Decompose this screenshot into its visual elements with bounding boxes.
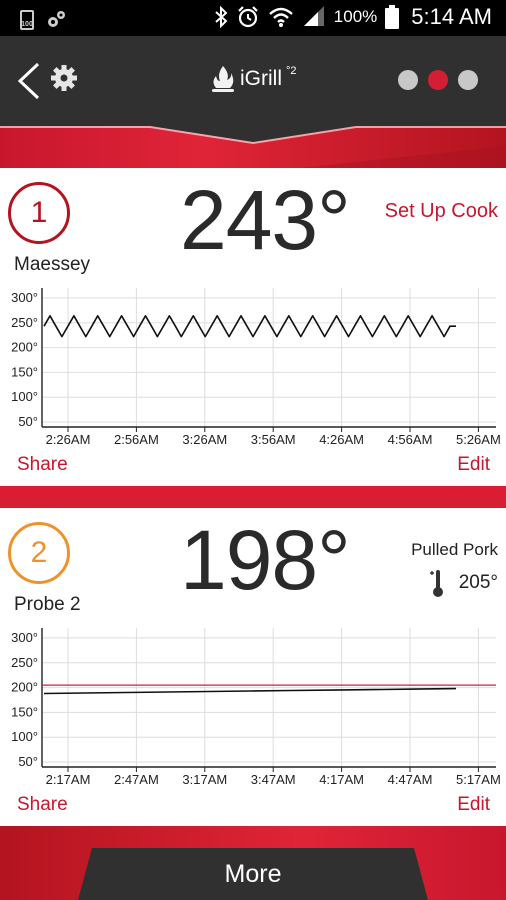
y-tick-label: 50° (18, 754, 38, 769)
share-button[interactable]: Share (17, 454, 68, 476)
back-button[interactable] (14, 60, 44, 102)
page-dot-2[interactable] (428, 70, 448, 90)
y-tick-label: 200° (11, 340, 38, 355)
wifi-icon (268, 7, 293, 27)
bluetooth-icon (215, 6, 228, 28)
x-tick-label: 5:26AM (456, 432, 501, 447)
x-tick-label: 2:17AM (46, 772, 91, 787)
more-label: More (224, 859, 282, 888)
y-tick-label: 300° (11, 290, 38, 305)
x-tick-label: 4:47AM (388, 772, 433, 787)
set-up-cook-link[interactable]: Set Up Cook (385, 200, 498, 223)
y-tick-label: 150° (11, 704, 38, 719)
x-tick-label: 4:17AM (319, 772, 364, 787)
brand-name: iGrill (240, 67, 282, 90)
x-tick-label: 5:17AM (456, 772, 501, 787)
preset-name[interactable]: Pulled Pork (411, 540, 498, 560)
more-button[interactable]: More (78, 848, 428, 900)
status-bar: 100 100% 5:14 AM (0, 0, 506, 36)
probe-name[interactable]: Probe 2 (14, 594, 81, 616)
brand-superscript: °2 (286, 65, 297, 77)
app-bar: iGrill °2 (0, 36, 506, 126)
battery-small-icon: 100 (20, 10, 34, 30)
signal-icon (303, 6, 324, 26)
temperature-series-line (43, 687, 457, 695)
y-tick-label: 100° (11, 729, 38, 744)
y-tick-label: 300° (11, 630, 38, 645)
settings-gear-icon (51, 65, 77, 91)
current-temperature: 198° (180, 513, 351, 607)
card-divider (0, 486, 506, 508)
header-notch-decoration (0, 126, 506, 168)
temperature-series-line (43, 314, 456, 338)
x-tick-label: 4:56AM (388, 432, 433, 447)
x-tick-label: 4:26AM (319, 432, 364, 447)
y-tick-label: 100° (11, 389, 38, 404)
temperature-chart[interactable]: 300° 250° 200° 150° 100° 50° 2:17AM 2:47AM 3:17A… (0, 624, 506, 794)
probe-number-badge: 2 (8, 522, 70, 584)
y-tick-label: 250° (11, 655, 38, 670)
bottom-bar: More (0, 826, 506, 900)
flame-icon (212, 66, 234, 92)
battery-icon (385, 5, 400, 29)
y-tick-label: 50° (18, 414, 38, 429)
probe-card-2: 2 Probe 2 198° Pulled Pork 205° 300° 250°… (0, 508, 506, 826)
x-tick-label: 3:47AM (251, 772, 296, 787)
y-tick-label: 200° (11, 680, 38, 695)
page-dot-3[interactable] (458, 70, 478, 90)
probe-number-badge: 1 (8, 182, 70, 244)
x-tick-label: 3:26AM (182, 432, 227, 447)
chevron-left-icon (17, 62, 40, 100)
x-tick-label: 3:56AM (251, 432, 296, 447)
page-indicator (398, 70, 478, 90)
battery-percent: 100% (333, 7, 378, 26)
temperature-chart[interactable]: 300° 250° 200° 150° 100° 50° 2:26AM 2:56AM 3:26A… (0, 284, 506, 454)
settings-button[interactable] (50, 64, 78, 92)
y-tick-label: 150° (11, 364, 38, 379)
app-logo: iGrill °2 (210, 64, 297, 94)
edit-button[interactable]: Edit (457, 454, 490, 476)
x-tick-label: 3:17AM (182, 772, 227, 787)
x-tick-label: 2:26AM (46, 432, 91, 447)
current-temperature: 243° (180, 173, 351, 267)
y-tick-label: 250° (11, 315, 38, 330)
page-dot-1[interactable] (398, 70, 418, 90)
probe-number: 1 (30, 196, 48, 229)
thermometer-icon (429, 570, 443, 597)
x-tick-label: 2:56AM (114, 432, 159, 447)
header-red-band (0, 126, 506, 168)
probe-number: 2 (30, 536, 48, 569)
edit-button[interactable]: Edit (457, 794, 490, 816)
target-temperature: 205° (458, 572, 498, 593)
probe-name[interactable]: Maessey (14, 254, 90, 276)
target-temperature-row[interactable]: 205° (429, 568, 498, 598)
share-button[interactable]: Share (17, 794, 68, 816)
alarm-icon (238, 6, 258, 28)
gear-icon (48, 11, 65, 27)
clock-time: 5:14 AM (411, 4, 492, 29)
probe-card-1: 1 Maessey 243° Set Up Cook 300° 250° 200° 1… (0, 168, 506, 486)
x-tick-label: 2:47AM (114, 772, 159, 787)
